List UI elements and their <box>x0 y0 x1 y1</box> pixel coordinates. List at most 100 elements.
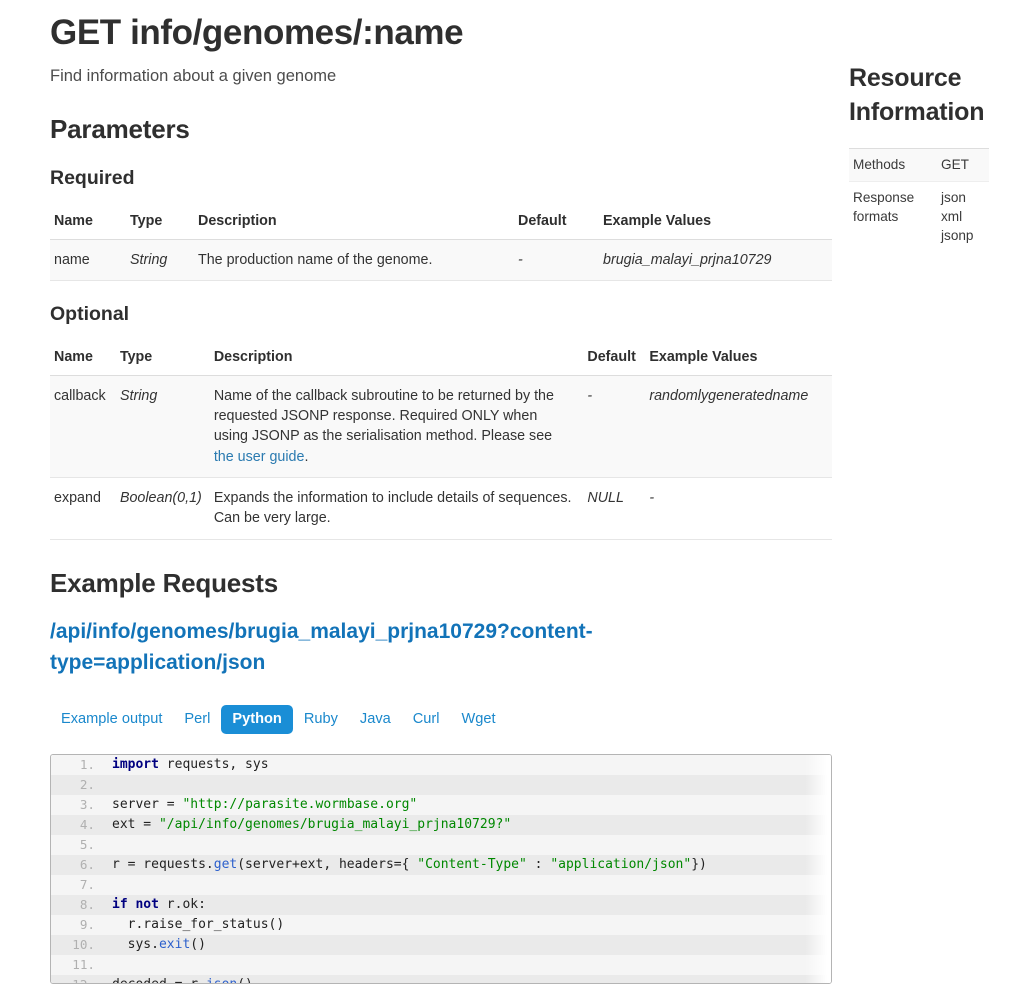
code-line-source <box>104 835 831 855</box>
code-token: import <box>112 757 159 772</box>
code-line-source <box>104 955 831 975</box>
endpoint-description: Find information about a given genome <box>50 67 832 86</box>
main-content-column: GET info/genomes/:name Find information … <box>50 0 832 984</box>
code-token: get <box>214 857 237 872</box>
code-token: r.ok: <box>159 897 206 912</box>
code-line: 9. r.raise_for_status() <box>51 915 831 935</box>
param-name: name <box>50 239 126 280</box>
resource-information-heading: Resource Information <box>849 62 1001 130</box>
code-token: () <box>190 937 206 952</box>
code-line-source: r = requests.get(server+ext, headers={ "… <box>104 855 831 875</box>
user-guide-link[interactable]: the user guide <box>214 449 305 465</box>
code-line-number: 2. <box>51 775 104 795</box>
table-header-row: Name Type Description Default Example Va… <box>50 343 832 376</box>
column-header-example: Example Values <box>645 343 832 376</box>
param-type: String <box>116 375 210 477</box>
param-default: - <box>514 239 599 280</box>
code-sample-block[interactable]: 1.import requests, sys2. 3.server = "htt… <box>50 754 832 984</box>
required-parameters-table: Name Type Description Default Example Va… <box>50 207 832 281</box>
tab-example-output[interactable]: Example output <box>50 705 173 734</box>
code-token: : <box>527 857 550 872</box>
page-title: GET info/genomes/:name <box>50 14 832 53</box>
code-language-tabs: Example output Perl Python Ruby Java Cur… <box>50 705 832 734</box>
param-default: - <box>583 375 645 477</box>
code-line-source <box>104 875 831 895</box>
param-default: NULL <box>583 477 645 539</box>
code-token: decoded = r. <box>112 977 206 983</box>
code-line-number: 3. <box>51 795 104 815</box>
tab-wget[interactable]: Wget <box>451 705 507 734</box>
code-line-number: 5. <box>51 835 104 855</box>
code-token: (server+ext, headers={ <box>237 857 417 872</box>
code-line-source: r.raise_for_status() <box>104 915 831 935</box>
code-scroll-area[interactable]: 1.import requests, sys2. 3.server = "htt… <box>51 755 831 983</box>
tab-java[interactable]: Java <box>349 705 402 734</box>
param-type: Boolean(0,1) <box>116 477 210 539</box>
code-line-source: sys.exit() <box>104 935 831 955</box>
column-header-name: Name <box>50 343 116 376</box>
code-line: 2. <box>51 775 831 795</box>
resource-information-table: Methods GET Response formats json xml js… <box>849 148 989 253</box>
table-row: expand Boolean(0,1) Expands the informat… <box>50 477 832 539</box>
code-line-number: 6. <box>51 855 104 875</box>
param-description: Expands the information to include detai… <box>210 477 584 539</box>
resource-info-key-response-formats: Response formats <box>849 182 937 253</box>
code-line-number: 7. <box>51 875 104 895</box>
code-token: sys. <box>112 937 159 952</box>
column-header-example: Example Values <box>599 207 832 240</box>
param-example: randomlygeneratedname <box>645 375 832 477</box>
param-example: brugia_malayi_prjna10729 <box>599 239 832 280</box>
column-header-default: Default <box>514 207 599 240</box>
tab-curl[interactable]: Curl <box>402 705 451 734</box>
resource-info-value-methods: GET <box>937 148 989 182</box>
code-line: 6.r = requests.get(server+ext, headers={… <box>51 855 831 875</box>
code-token: "/api/info/genomes/brugia_malayi_prjna10… <box>159 817 511 832</box>
param-description-text: Name of the callback subroutine to be re… <box>214 388 554 445</box>
code-token: ext = <box>112 817 159 832</box>
code-line-source: server = "http://parasite.wormbase.org" <box>104 795 831 815</box>
column-header-default: Default <box>583 343 645 376</box>
code-line-number: 10. <box>51 935 104 955</box>
code-line-source: if not r.ok: <box>104 895 831 915</box>
code-line: 8.if not r.ok: <box>51 895 831 915</box>
tab-ruby[interactable]: Ruby <box>293 705 349 734</box>
code-token: not <box>135 897 158 912</box>
table-row: Methods GET <box>849 148 989 182</box>
code-line-number: 11. <box>51 955 104 975</box>
code-line-source: ext = "/api/info/genomes/brugia_malayi_p… <box>104 815 831 835</box>
code-line: 3.server = "http://parasite.wormbase.org… <box>51 795 831 815</box>
code-token: requests, sys <box>159 757 269 772</box>
example-requests-heading: Example Requests <box>50 568 832 599</box>
code-token: "application/json" <box>550 857 691 872</box>
optional-parameters-table: Name Type Description Default Example Va… <box>50 343 832 540</box>
table-row: name String The production name of the g… <box>50 239 832 280</box>
column-header-name: Name <box>50 207 126 240</box>
optional-parameters-heading: Optional <box>50 303 832 326</box>
example-request-url-link[interactable]: /api/info/genomes/brugia_malayi_prjna107… <box>50 616 690 680</box>
table-row: Response formats json xml jsonp <box>849 182 989 253</box>
code-line-source <box>104 775 831 795</box>
tab-python[interactable]: Python <box>221 705 292 734</box>
code-token: "http://parasite.wormbase.org" <box>182 797 417 812</box>
code-line-source: decoded = r.json() <box>104 975 831 983</box>
code-line: 5. <box>51 835 831 855</box>
code-token: json <box>206 977 237 983</box>
code-line: 4.ext = "/api/info/genomes/brugia_malayi… <box>51 815 831 835</box>
column-header-description: Description <box>210 343 584 376</box>
resource-info-key-methods: Methods <box>849 148 937 182</box>
code-line: 11. <box>51 955 831 975</box>
code-line: 7. <box>51 875 831 895</box>
code-line: 1.import requests, sys <box>51 755 831 775</box>
table-row: callback String Name of the callback sub… <box>50 375 832 477</box>
column-header-type: Type <box>126 207 194 240</box>
code-line: 10. sys.exit() <box>51 935 831 955</box>
param-description: The production name of the genome. <box>194 239 514 280</box>
code-line: 12.decoded = r.json() <box>51 975 831 983</box>
code-token: server = <box>112 797 182 812</box>
code-line-source: import requests, sys <box>104 755 831 775</box>
tab-perl[interactable]: Perl <box>173 705 221 734</box>
table-header-row: Name Type Description Default Example Va… <box>50 207 832 240</box>
parameters-heading: Parameters <box>50 114 832 145</box>
column-header-type: Type <box>116 343 210 376</box>
param-example: - <box>645 477 832 539</box>
